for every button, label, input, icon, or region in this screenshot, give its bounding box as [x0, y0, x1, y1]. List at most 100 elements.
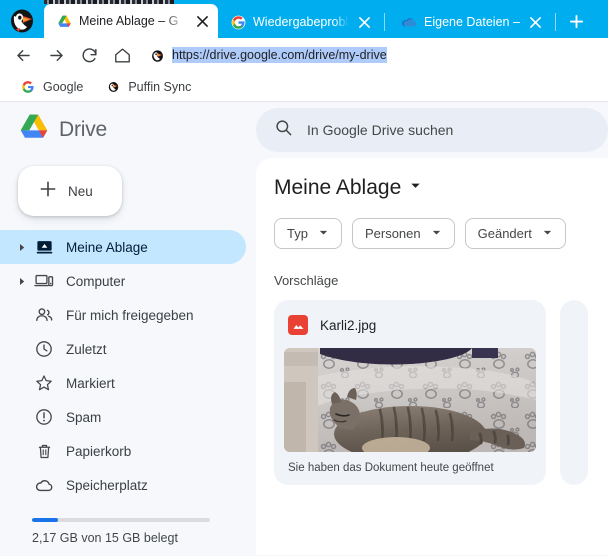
home-button[interactable]: [107, 41, 137, 69]
computer-icon: [30, 271, 58, 291]
browser-titlebar: Meine Ablage – G Wiedergabeprobl Eigene …: [0, 0, 608, 38]
search-input[interactable]: In Google Drive suchen: [256, 108, 608, 152]
close-icon[interactable]: [527, 14, 543, 30]
browser-toolbar: https://drive.google.com/drive/my-drive: [0, 38, 608, 72]
tab-divider: [555, 13, 556, 31]
chevron-down-icon: [318, 225, 329, 243]
tab-divider: [384, 13, 385, 31]
browser-tab-meine-ablage[interactable]: Meine Ablage – G: [44, 4, 218, 38]
filter-chip-label: Geändert: [477, 226, 532, 241]
close-icon[interactable]: [194, 13, 210, 29]
filter-chip-typ[interactable]: Typ: [274, 218, 342, 249]
sidebar-item-markiert[interactable]: Markiert: [0, 366, 246, 400]
bookmark-google[interactable]: Google: [12, 76, 91, 98]
bookmark-label: Puffin Sync: [128, 79, 192, 94]
reload-icon: [81, 47, 97, 62]
onedrive-cloud-icon: [401, 14, 417, 30]
filter-chip-label: Personen: [364, 226, 421, 241]
search-container: In Google Drive suchen: [256, 108, 608, 152]
chevron-down-icon: [431, 225, 442, 243]
suggestions-card-grid: Karli2.jpg Sie haben das Dokument heute …: [274, 300, 608, 485]
search-icon: [274, 118, 293, 142]
search-placeholder: In Google Drive suchen: [307, 122, 454, 138]
bookmarks-bar: Google Puffin Sync: [0, 72, 608, 102]
filter-chip-label: Typ: [287, 226, 308, 241]
chevron-down-icon: [542, 225, 553, 243]
drive-header: Drive In Google Drive suchen: [0, 102, 608, 158]
tab-title: Meine Ablage – G: [79, 14, 179, 28]
screen-artifact-strip: [44, 0, 174, 4]
arrow-forward-icon: [49, 49, 63, 61]
drive-brand-name: Drive: [59, 118, 108, 141]
filter-chip-geaendert[interactable]: Geändert: [464, 218, 566, 249]
tab-title: Eigene Dateien –: [424, 15, 520, 29]
sidebar-item-spam[interactable]: Spam: [0, 400, 246, 434]
new-button[interactable]: Neu: [18, 166, 122, 216]
address-bar-url[interactable]: https://drive.google.com/drive/my-drive: [172, 47, 387, 63]
google-drive-icon: [56, 13, 72, 29]
chevron-down-icon[interactable]: [409, 179, 422, 197]
back-button[interactable]: [8, 41, 38, 69]
star-icon: [30, 373, 58, 393]
google-drive-app: Drive In Google Drive suchen Neu Meine A…: [0, 102, 608, 555]
sidebar-item-fuer-mich-freigegeben[interactable]: Für mich freigegeben: [0, 298, 246, 332]
bookmark-label: Google: [43, 79, 84, 94]
sidebar-item-papierkorb[interactable]: Papierkorb: [0, 434, 246, 468]
sidebar-item-label: Spam: [66, 409, 102, 425]
plus-icon: [569, 14, 583, 28]
drive-body: Neu Meine Ablage Computer Für mich freig…: [0, 158, 608, 555]
cat-on-pawprint-blanket-photo: [284, 348, 536, 452]
file-card-karli2[interactable]: Karli2.jpg Sie haben das Dokument heute …: [274, 300, 546, 485]
trash-icon: [30, 442, 58, 461]
page-title-text: Meine Ablage: [274, 176, 402, 199]
storage-section: 2,17 GB von 15 GB belegt: [0, 510, 256, 555]
google-icon: [230, 14, 246, 30]
cloud-icon: [30, 475, 58, 496]
filter-chip-personen[interactable]: Personen: [351, 218, 455, 249]
sidebar-item-computer[interactable]: Computer: [0, 264, 246, 298]
sidebar-item-meine-ablage[interactable]: Meine Ablage: [0, 230, 246, 264]
bookmark-puffin-sync[interactable]: Puffin Sync: [97, 76, 199, 98]
plus-icon: [38, 179, 58, 204]
filter-chips: Typ Personen Geändert: [274, 218, 608, 249]
new-tab-button[interactable]: [563, 8, 589, 34]
storage-label: 2,17 GB von 15 GB belegt: [32, 531, 178, 545]
arrow-back-icon: [16, 49, 30, 61]
google-drive-logo: [18, 113, 50, 147]
sidebar-item-label: Zuletzt: [66, 341, 107, 357]
file-card-thumbnail: [284, 348, 536, 452]
sidebar-item-label: Papierkorb: [66, 443, 132, 459]
my-drive-icon: [30, 238, 58, 257]
new-button-label: Neu: [68, 183, 93, 199]
section-label-vorschlaege: Vorschläge: [274, 273, 339, 288]
file-card-header: Karli2.jpg: [284, 310, 536, 340]
reload-button[interactable]: [74, 41, 104, 69]
sidebar-item-label: Speicherplatz: [66, 477, 148, 493]
clock-icon: [30, 339, 58, 359]
file-card-next-partial[interactable]: [560, 300, 588, 485]
storage-progress-bar: [32, 518, 210, 522]
expand-caret-icon[interactable]: [14, 243, 30, 252]
forward-button[interactable]: [41, 41, 71, 69]
home-icon: [114, 47, 130, 63]
puffin-icon: [0, 0, 44, 38]
tab-title: Wiedergabeprobl: [253, 15, 349, 29]
google-icon: [20, 79, 36, 95]
browser-tab-eigene-dateien[interactable]: Eigene Dateien –: [389, 6, 551, 38]
sidebar-item-speicherplatz[interactable]: Speicherplatz: [0, 468, 246, 502]
drive-sidebar: Neu Meine Ablage Computer Für mich freig…: [0, 158, 256, 555]
sidebar-item-label: Computer: [66, 273, 126, 289]
sidebar-item-label: Meine Ablage: [66, 239, 148, 255]
file-card-name: Karli2.jpg: [320, 317, 377, 333]
drive-brand[interactable]: Drive: [0, 113, 256, 147]
spam-icon: [30, 407, 58, 427]
browser-tab-wiedergabeproblem[interactable]: Wiedergabeprobl: [218, 6, 380, 38]
expand-caret-icon[interactable]: [14, 277, 30, 286]
shared-people-icon: [30, 305, 58, 325]
address-bar[interactable]: https://drive.google.com/drive/my-drive: [140, 42, 600, 68]
sidebar-item-zuletzt[interactable]: Zuletzt: [0, 332, 246, 366]
image-file-icon: [288, 315, 308, 335]
close-icon[interactable]: [356, 14, 372, 30]
storage-progress-fill: [32, 518, 58, 522]
page-title[interactable]: Meine Ablage: [274, 176, 608, 200]
